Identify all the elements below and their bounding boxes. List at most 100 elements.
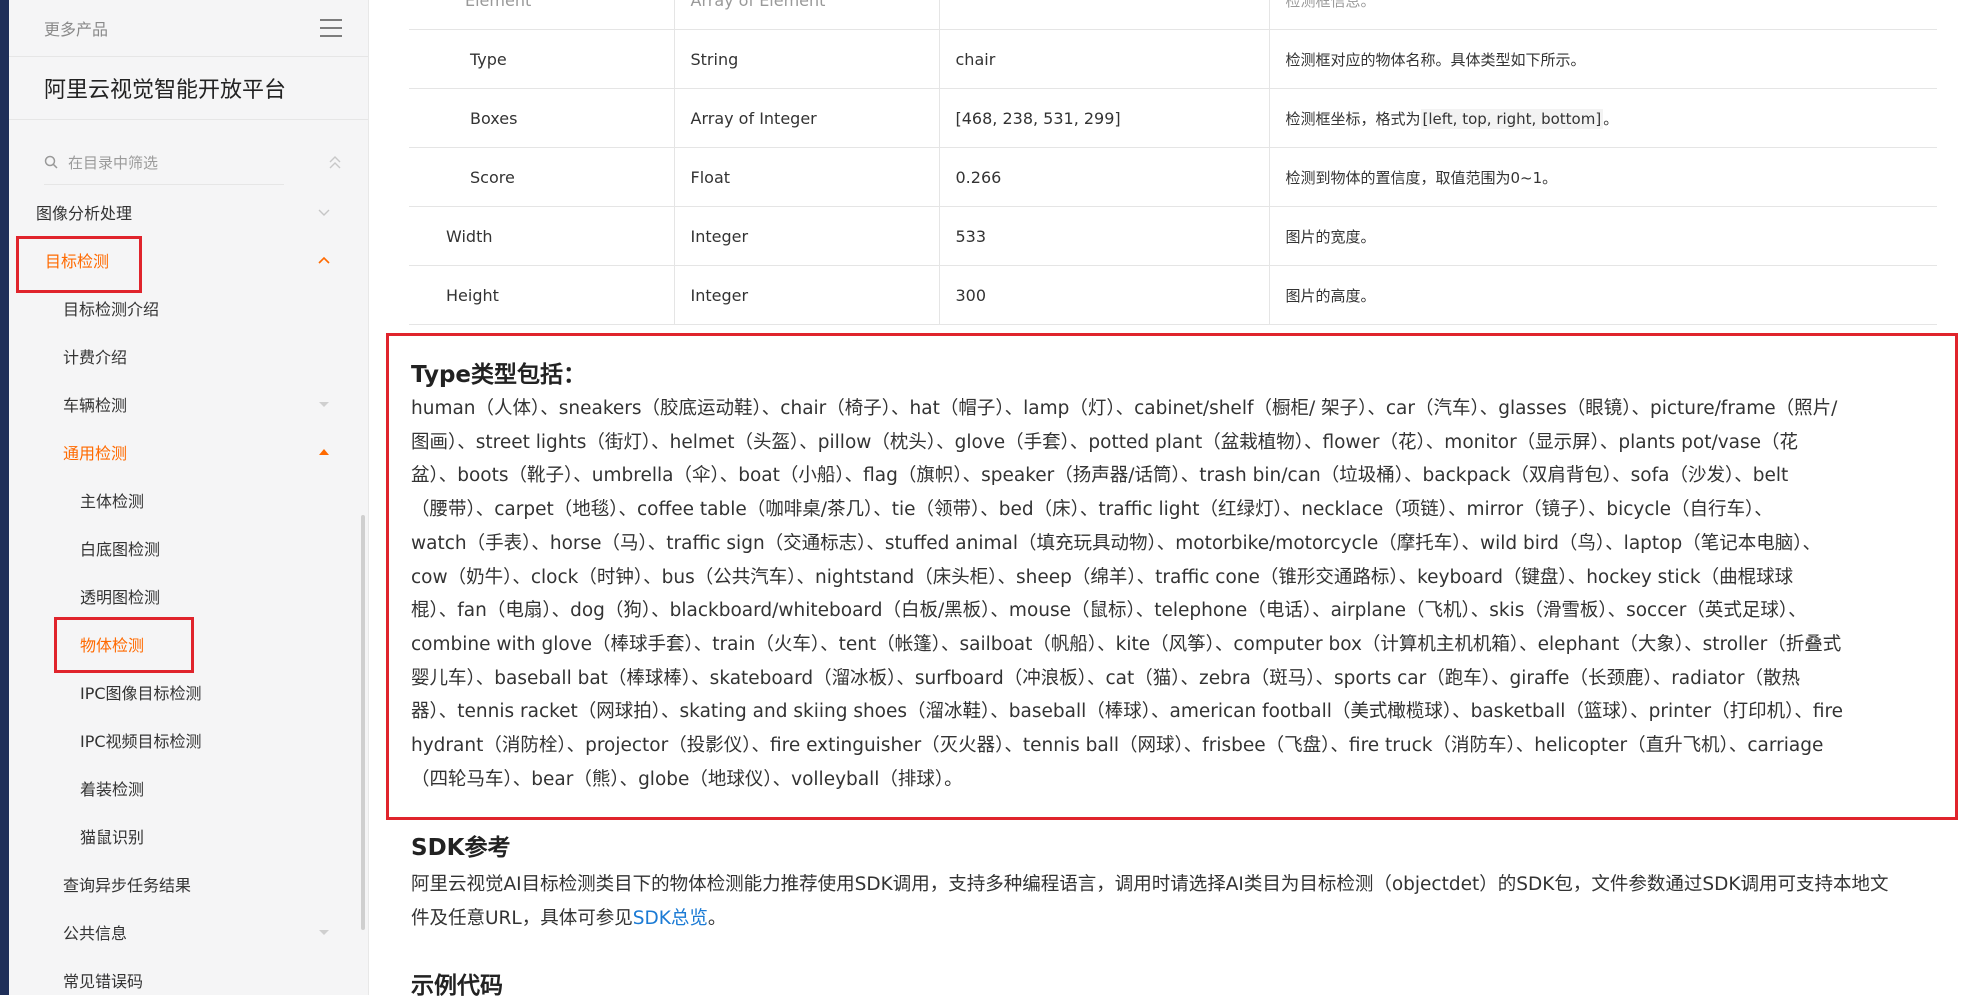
sidebar-item-subject-detection[interactable]: 主体检测 (9, 476, 368, 524)
table-cell: Boxes (409, 88, 674, 148)
sidebar-item-label: 计费介绍 (63, 348, 128, 367)
sidebar-item-general-detection[interactable]: 通用检测 (9, 428, 368, 476)
sidebar-item-label: 着装检测 (80, 780, 145, 799)
sidebar-item-label: IPC视频目标检测 (80, 732, 202, 751)
desc-text: 。 (1603, 109, 1619, 128)
sidebar-item-label: 猫鼠识别 (80, 828, 145, 847)
sidebar-item-label: 通用检测 (63, 444, 128, 463)
table-cell: Element (409, 0, 674, 30)
table-row: Boxes Array of Integer [468, 238, 531, 2… (409, 88, 1937, 148)
table-cell: 检测框坐标，格式为 [left, top, right, bottom]。 (1268, 88, 1937, 148)
sdk-text: 件及任意URL，具体可参见 (411, 908, 633, 929)
table-row: Height Integer 300 图片的高度。 (409, 265, 1937, 325)
sidebar-item-vehicle-detection[interactable]: 车辆检测 (9, 380, 368, 428)
sidebar-item-white-bg-detection[interactable]: 白底图检测 (9, 524, 368, 572)
table-cell: chair (938, 29, 1269, 89)
sdk-description: 阿里云视觉AI目标检测类目下的物体检测能力推荐使用SDK调用，支持多种编程语言，… (411, 868, 1936, 936)
sidebar-top: 更多产品 (9, 0, 368, 57)
sidebar-item-label: 图像分析处理 (36, 204, 133, 223)
desc-code: [left, top, right, bottom] (1420, 108, 1604, 129)
caret-up-icon (319, 449, 329, 455)
type-line: combine with glove（棒球手套）、train（火车）、tent（… (411, 633, 1842, 655)
type-line: （腰带）、carpet（地毯）、coffee table（咖啡桌/茶几）、tie… (411, 499, 1773, 521)
table-row: Score Float 0.266 检测到物体的置信度，取值范围为0~1。 (409, 147, 1937, 207)
sdk-text-line: 件及任意URL，具体可参见SDK总览。 (411, 902, 1936, 936)
sidebar-item-ipc-video[interactable]: IPC视频目标检测 (9, 716, 368, 764)
type-line: 棍）、fan（电扇）、dog（狗）、blackboard/whiteboard（… (411, 600, 1807, 622)
table-cell: Height (409, 265, 674, 325)
sdk-text: 。 (707, 908, 727, 929)
caret-down-icon (319, 930, 329, 935)
sidebar-item-transparent-detection[interactable]: 透明图检测 (9, 572, 368, 620)
chevron-up-icon (318, 256, 330, 264)
sidebar-item-async-query[interactable]: 查询异步任务结果 (9, 860, 368, 908)
filter-divider (44, 184, 284, 185)
table-cell: 533 (938, 206, 1269, 266)
table-cell: 图片的宽度。 (1268, 206, 1937, 266)
sidebar-item-billing[interactable]: 计费介绍 (9, 332, 368, 380)
sidebar-item-label: 常见错误码 (63, 972, 144, 991)
type-line: 婴儿车）、baseball bat（棒球棒）、skateboard（溜冰板）、s… (411, 667, 1801, 689)
table-cell: Array of Integer (673, 88, 939, 148)
highlight-box-object-detect (54, 617, 194, 673)
type-section-title: Type类型包括： (411, 362, 587, 388)
chevron-down-icon (318, 209, 330, 216)
type-line: 盆）、boots（靴子）、umbrella（伞）、boat（小船）、flag（旗… (411, 465, 1789, 487)
search-icon (44, 155, 58, 169)
table-cell: 图片的高度。 (1268, 265, 1937, 325)
table-cell: Array of Element (673, 0, 939, 30)
sidebar-title[interactable]: 阿里云视觉智能开放平台 (9, 57, 368, 120)
table-cell: Width (409, 206, 674, 266)
type-line: （四轮马车）、bear（熊）、globe（地球仪）、volleyball（排球）… (411, 768, 963, 790)
type-line: watch（手表）、horse（马）、traffic sign（交通标志）、st… (411, 532, 1821, 554)
sidebar-item-label: 查询异步任务结果 (63, 876, 192, 895)
type-line: 图画）、street lights（街灯）、helmet（头盔）、pillow（… (411, 431, 1798, 453)
table-row: Width Integer 533 图片的宽度。 (409, 206, 1937, 266)
table-row: Element Array of Element 检测框信息。 (409, 0, 1937, 30)
sidebar-item-error-codes[interactable]: 常见错误码 (9, 956, 368, 1004)
filter-input[interactable]: 在目录中筛选 (68, 152, 158, 173)
table-cell: 300 (938, 265, 1269, 325)
collapse-all-icon[interactable] (328, 154, 342, 170)
sidebar-item-label: 车辆检测 (63, 396, 128, 415)
sidebar-item-label: 公共信息 (63, 924, 128, 943)
caret-down-icon (319, 402, 329, 407)
sidebar-item-common-info[interactable]: 公共信息 (9, 908, 368, 956)
table-cell (938, 0, 1269, 30)
main-content: Element Array of Element 检测框信息。 Type Str… (368, 0, 1966, 999)
table-cell: [468, 238, 531, 299] (938, 88, 1269, 148)
type-line: human（人体）、sneakers（胶底运动鞋）、chair（椅子）、hat（… (411, 398, 1838, 419)
left-edge-bar (0, 0, 9, 995)
highlight-box-detection (16, 236, 142, 293)
type-line: 器）、tennis racket（网球拍）、skating and skiing… (411, 701, 1844, 723)
sidebar-item-cat-mouse[interactable]: 猫鼠识别 (9, 812, 368, 860)
table-cell: 检测框对应的物体名称。具体类型如下所示。 (1268, 29, 1937, 89)
table-row: Type String chair 检测框对应的物体名称。具体类型如下所示。 (409, 29, 1937, 89)
params-table: Element Array of Element 检测框信息。 Type Str… (409, 0, 1937, 325)
desc-text: 检测框坐标，格式为 (1285, 109, 1421, 128)
sidebar: 更多产品 阿里云视觉智能开放平台 在目录中筛选 图像分析处理 目标检测 目标检测… (9, 0, 369, 995)
type-line: cow（奶牛）、clock（时钟）、bus（公共汽车）、nightstand（床… (411, 566, 1794, 588)
sidebar-item-ipc-image[interactable]: IPC图像目标检测 (9, 668, 368, 716)
table-cell: 0.266 (938, 147, 1269, 207)
table-cell: Integer (673, 265, 939, 325)
sidebar-item-label: 主体检测 (80, 492, 145, 511)
menu-icon[interactable] (320, 19, 342, 37)
sidebar-item-label: 目标检测介绍 (63, 300, 160, 319)
table-cell: Integer (673, 206, 939, 266)
sidebar-scrollbar[interactable] (361, 515, 365, 930)
table-cell: Type (409, 29, 674, 89)
type-list: human（人体）、sneakers（胶底运动鞋）、chair（椅子）、hat（… (411, 392, 1936, 796)
table-cell: String (673, 29, 939, 89)
table-cell: Float (673, 147, 939, 207)
sidebar-item-clothing-detection[interactable]: 着装检测 (9, 764, 368, 812)
sdk-section-title: SDK参考 (411, 835, 511, 861)
sidebar-item-label: 透明图检测 (80, 588, 161, 607)
more-products-link[interactable]: 更多产品 (44, 16, 108, 40)
sdk-text-line: 阿里云视觉AI目标检测类目下的物体检测能力推荐使用SDK调用，支持多种编程语言，… (411, 874, 1889, 895)
sidebar-item-image-analysis[interactable]: 图像分析处理 (9, 188, 368, 236)
sdk-overview-link[interactable]: SDK总览 (633, 908, 708, 929)
sidebar-item-label: 白底图检测 (80, 540, 161, 559)
table-cell: Score (409, 147, 674, 207)
filter-box[interactable]: 在目录中筛选 (9, 140, 368, 184)
